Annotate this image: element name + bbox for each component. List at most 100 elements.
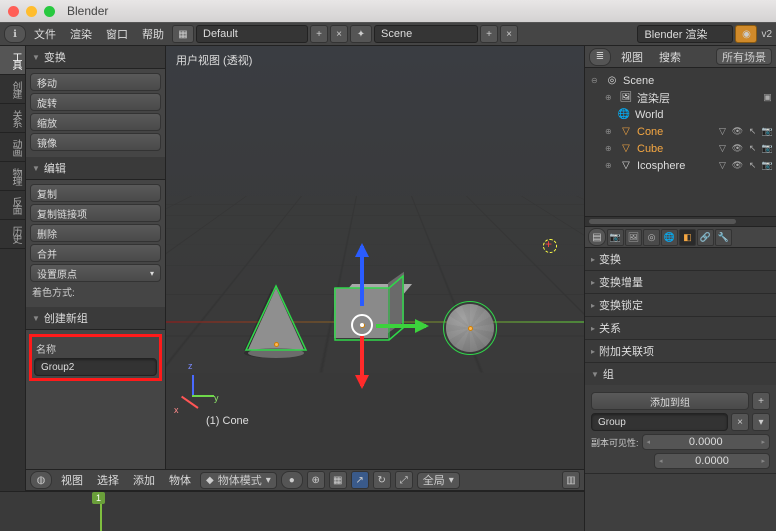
minimize-icon[interactable] [26, 6, 37, 17]
scene-icon[interactable]: ✦ [350, 25, 372, 43]
scene-name[interactable]: Scene [623, 75, 654, 87]
vtab-grease[interactable]: 反面 [0, 191, 25, 220]
orientation-dropdown[interactable]: 全局 ▾ [417, 472, 460, 489]
add-to-group-button[interactable]: 添加到组 [591, 392, 749, 410]
add-group-button[interactable]: + [752, 392, 770, 410]
close-icon[interactable] [8, 6, 19, 17]
group-name-input[interactable]: Group2 [34, 358, 157, 376]
panel-create-group-header[interactable]: 创建新组 [26, 307, 165, 330]
expand-icon[interactable]: ⊖ [591, 76, 601, 85]
object-name[interactable]: Icosphere [637, 160, 685, 172]
timeline-editor[interactable]: 1 [0, 491, 584, 531]
delete-button[interactable]: 删除 [30, 224, 161, 242]
panel-transform-locks[interactable]: 变换锁定 [585, 294, 776, 316]
menu-file[interactable]: 文件 [28, 26, 62, 42]
layout-dropdown[interactable]: Default [196, 25, 308, 43]
editor-type-icon[interactable]: ℹ [4, 25, 26, 43]
render-engine-dropdown[interactable]: Blender 渲染 [637, 25, 733, 43]
gizmo-x-axis[interactable] [376, 324, 426, 328]
vp-menu-add[interactable]: 添加 [128, 472, 160, 488]
expand-icon[interactable]: ⊕ [605, 127, 615, 136]
vtab-physics[interactable]: 物理 [0, 162, 25, 191]
vp-menu-view[interactable]: 视图 [56, 472, 88, 488]
vp-menu-select[interactable]: 选择 [92, 472, 124, 488]
panel-edit-header[interactable]: 编辑 [26, 157, 165, 180]
scale-button[interactable]: 缩放 [30, 113, 161, 131]
prop-tab-object[interactable]: ◧ [679, 229, 696, 246]
scene-dropdown[interactable]: Scene [374, 25, 478, 43]
dupli-value-1[interactable]: 0.0000 [642, 434, 770, 450]
outliner[interactable]: ⊖ ◎ Scene ⊕ 🖼 渲染层 ▣ 🌐 World ⊕ ▽ Cone ▽ [585, 68, 776, 216]
outliner-scrollbar[interactable] [585, 216, 776, 226]
remove-group-button[interactable]: × [731, 413, 749, 431]
scene-add-button[interactable]: + [480, 25, 498, 43]
mesh-data-icon[interactable]: ▽ [716, 159, 729, 172]
scene-remove-button[interactable]: × [500, 25, 518, 43]
menu-help[interactable]: 帮助 [136, 26, 170, 42]
prop-tab-world[interactable]: 🌐 [661, 229, 678, 246]
mesh-data-icon[interactable]: ▽ [716, 125, 729, 138]
vtab-history[interactable]: 历史 [0, 220, 25, 249]
eye-icon[interactable]: 👁 [731, 159, 744, 172]
prop-tab-render[interactable]: 📷 [607, 229, 624, 246]
mode-dropdown[interactable]: ◆ 物体模式 ▾ [200, 472, 277, 489]
render-icon[interactable]: 📷 [761, 159, 774, 172]
panel-transform-header[interactable]: 变换 [26, 46, 165, 69]
vtab-tools[interactable]: 工具 [0, 46, 25, 75]
screen-layout-icon[interactable]: ▦ [172, 25, 194, 43]
eye-icon[interactable]: 👁 [731, 125, 744, 138]
prop-tab-renderlayers[interactable]: 🖼 [625, 229, 642, 246]
expand-icon[interactable]: ⊕ [605, 144, 615, 153]
vtab-animation[interactable]: 动画 [0, 133, 25, 162]
manipulator-rotate-icon[interactable]: ↻ [373, 471, 391, 489]
set-origin-dropdown[interactable]: 设置原点 [30, 264, 161, 282]
cursor-icon[interactable]: ↖ [746, 159, 759, 172]
panel-delta-transform[interactable]: 变换增量 [585, 271, 776, 293]
manipulator-translate-icon[interactable]: ↗ [351, 471, 369, 489]
viewport-shading-icon[interactable]: ● [281, 471, 303, 489]
menu-window[interactable]: 窗口 [100, 26, 134, 42]
translate-button[interactable]: 移动 [30, 73, 161, 91]
render-icon[interactable]: 📷 [761, 142, 774, 155]
editor-type-icon[interactable]: ◍ [30, 471, 52, 489]
prop-tab-scene[interactable]: ◎ [643, 229, 660, 246]
outliner-menu-search[interactable]: 搜索 [653, 49, 687, 65]
group-name-field[interactable]: Group [591, 413, 728, 431]
vtab-relations[interactable]: 关系 [0, 104, 25, 133]
vtab-create[interactable]: 创建 [0, 75, 25, 104]
dupli-value-2[interactable]: 0.0000 [654, 453, 770, 469]
manipulator-icon[interactable]: ▦ [329, 471, 347, 489]
vp-menu-object[interactable]: 物体 [164, 472, 196, 488]
editor-type-icon[interactable]: ▤ [588, 228, 606, 246]
3d-viewport[interactable]: 用户视图 (透视) z y x (1) [166, 46, 584, 469]
rotate-button[interactable]: 旋转 [30, 93, 161, 111]
panel-relations[interactable]: 关系 [585, 317, 776, 339]
object-name[interactable]: Cube [637, 143, 663, 155]
manipulator-scale-icon[interactable]: ⤢ [395, 471, 413, 489]
render-icon[interactable]: 📷 [761, 125, 774, 138]
layout-remove-button[interactable]: × [330, 25, 348, 43]
eye-icon[interactable]: 👁 [731, 142, 744, 155]
editor-type-icon[interactable]: ≣ [589, 48, 611, 66]
menu-render[interactable]: 渲染 [64, 26, 98, 42]
restrict-icon[interactable]: ▣ [761, 91, 774, 104]
outliner-menu-view[interactable]: 视图 [615, 49, 649, 65]
group-specials-icon[interactable]: ▾ [752, 413, 770, 431]
panel-transform[interactable]: 变换 [585, 248, 776, 270]
cursor-icon[interactable]: ↖ [746, 125, 759, 138]
outliner-filter-dropdown[interactable]: 所有场景 [716, 48, 772, 65]
object-cone[interactable] [248, 288, 304, 350]
prop-tab-constraints[interactable]: 🔗 [697, 229, 714, 246]
panel-groups[interactable]: 组 [585, 363, 776, 385]
layout-add-button[interactable]: + [310, 25, 328, 43]
renderlayers-label[interactable]: 渲染层 [637, 90, 670, 106]
panel-relations-extras[interactable]: 附加关联项 [585, 340, 776, 362]
expand-icon[interactable]: ⊕ [605, 93, 615, 102]
expand-icon[interactable]: ⊕ [605, 161, 615, 170]
duplicate-linked-button[interactable]: 复制链接项 [30, 204, 161, 222]
gizmo-z-axis[interactable] [360, 246, 364, 306]
world-label[interactable]: World [635, 109, 664, 121]
prop-tab-modifiers[interactable]: 🔧 [715, 229, 732, 246]
zoom-icon[interactable] [44, 6, 55, 17]
object-name[interactable]: Cone [637, 126, 663, 138]
